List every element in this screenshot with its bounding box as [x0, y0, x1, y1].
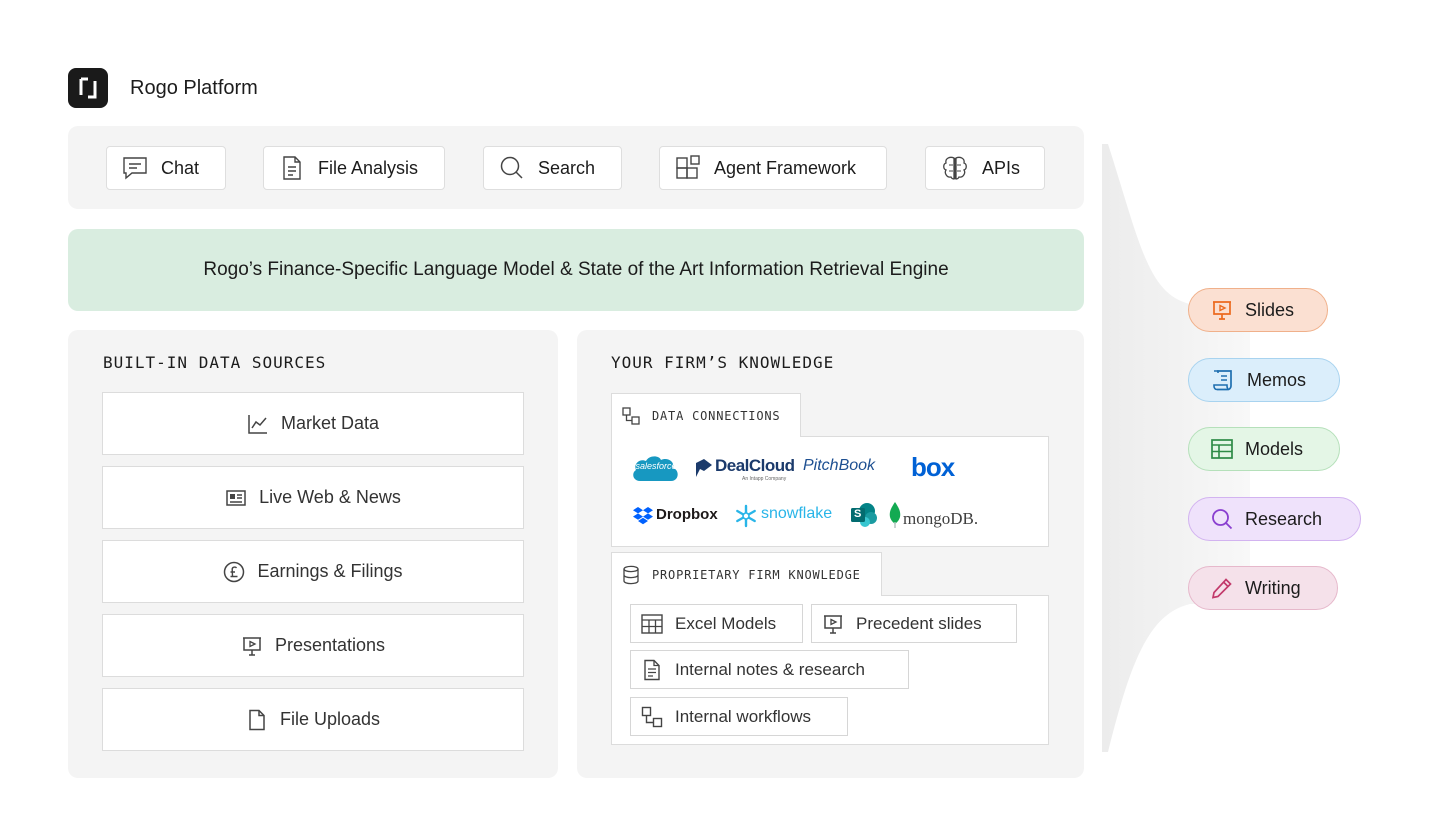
salesforce-logo: salesforce	[630, 451, 682, 487]
dealcloud-logo: DealCloud An Intapp Company	[694, 455, 795, 485]
blocks-icon	[676, 155, 700, 179]
built-in-heading: BUILT-IN DATA SOURCES	[103, 353, 327, 372]
output-writing[interactable]: Writing	[1188, 566, 1338, 610]
source-presentations[interactable]: Presentations	[102, 614, 524, 677]
source-live-web-news[interactable]: Live Web & News	[102, 466, 524, 529]
chat-icon	[123, 157, 147, 180]
firm-knowledge-heading: YOUR FIRM’S KNOWLEDGE	[611, 353, 835, 372]
platform-title: Rogo Platform	[130, 77, 258, 99]
chip-excel-models[interactable]: Excel Models	[630, 604, 803, 643]
output-label: Slides	[1245, 299, 1295, 320]
source-label: Presentations	[274, 635, 386, 655]
chip-internal-workflows[interactable]: Internal workflows	[630, 697, 848, 736]
chip-label: Precedent slides	[856, 613, 982, 633]
agent-framework-label: Agent Framework	[714, 157, 857, 178]
pitchbook-logo: PitchBook	[803, 457, 876, 474]
chat-label: Chat	[161, 157, 200, 178]
newspaper-icon	[226, 489, 246, 506]
workflow-icon	[622, 406, 640, 425]
database-icon	[623, 565, 639, 584]
file-analysis-label: File Analysis	[318, 157, 419, 178]
chip-internal-notes[interactable]: Internal notes & research	[630, 650, 909, 689]
chip-label: Excel Models	[675, 613, 777, 633]
apis-label: APIs	[982, 157, 1021, 178]
output-label: Models	[1245, 438, 1304, 459]
agent-framework-button[interactable]: Agent Framework	[659, 146, 887, 190]
tab-joint	[612, 436, 800, 438]
output-label: Writing	[1245, 577, 1301, 598]
output-memos[interactable]: Memos	[1188, 358, 1340, 402]
source-label: File Uploads	[279, 709, 381, 729]
presentation-icon	[1213, 301, 1231, 320]
output-label: Memos	[1247, 369, 1307, 390]
source-label: Earnings & Filings	[257, 561, 403, 581]
source-label: Market Data	[280, 413, 380, 433]
chip-label: Internal notes & research	[675, 659, 865, 679]
pencil-icon	[1211, 578, 1232, 599]
data-connections-tab: DATA CONNECTIONS	[611, 393, 801, 437]
output-label: Research	[1245, 508, 1323, 529]
chip-label: Internal workflows	[675, 706, 812, 726]
chip-precedent-slides[interactable]: Precedent slides	[811, 604, 1017, 643]
mongodb-logo: mongoDB.	[889, 502, 989, 530]
box-logo: box	[911, 452, 955, 482]
search-button[interactable]: Search	[483, 146, 622, 190]
source-earnings-filings[interactable]: Earnings & Filings	[102, 540, 524, 603]
rogo-logo	[68, 68, 108, 108]
presentation-icon	[824, 614, 842, 634]
presentation-icon	[242, 636, 261, 656]
table-icon	[641, 613, 663, 634]
chat-button[interactable]: Chat	[106, 146, 226, 190]
language-model-banner: Rogo’s Finance-Specific Language Model &…	[68, 229, 1084, 311]
document-icon	[644, 659, 660, 680]
source-label: Live Web & News	[259, 487, 401, 507]
output-research[interactable]: Research	[1188, 497, 1361, 541]
line-chart-icon	[248, 414, 267, 434]
table-icon	[1211, 439, 1233, 459]
file-icon	[249, 709, 265, 730]
source-file-uploads[interactable]: File Uploads	[102, 688, 524, 751]
brain-icon	[943, 156, 967, 180]
workflow-icon	[641, 706, 663, 727]
scroll-icon	[1213, 370, 1232, 391]
sharepoint-logo: S	[850, 502, 878, 528]
pound-coin-icon	[224, 561, 245, 582]
search-icon	[500, 156, 523, 179]
document-icon	[283, 156, 301, 180]
proprietary-label: PROPRIETARY FIRM KNOWLEDGE	[652, 567, 861, 582]
dropbox-logo: Dropbox	[633, 504, 723, 528]
source-market-data[interactable]: Market Data	[102, 392, 524, 455]
search-icon	[1212, 509, 1233, 530]
search-label: Search	[538, 157, 596, 178]
apis-button[interactable]: APIs	[925, 146, 1045, 190]
output-slides[interactable]: Slides	[1188, 288, 1328, 332]
output-models[interactable]: Models	[1188, 427, 1340, 471]
proprietary-tab: PROPRIETARY FIRM KNOWLEDGE	[611, 552, 882, 596]
data-connections-label: DATA CONNECTIONS	[652, 408, 781, 423]
file-analysis-button[interactable]: File Analysis	[263, 146, 445, 190]
tab-joint	[612, 595, 881, 597]
snowflake-logo: snowflake	[734, 503, 840, 529]
